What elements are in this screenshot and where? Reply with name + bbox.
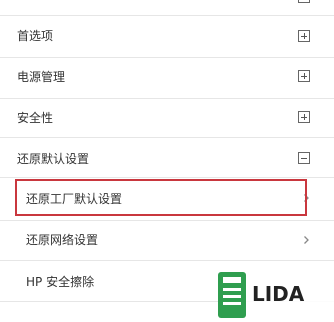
plus-box-icon[interactable] [298,111,310,123]
menu-item-label: 首选项 [17,29,54,43]
menu-item-security[interactable]: 安全性 [0,99,334,137]
submenu-item-label: 还原网络设置 [26,233,99,247]
divider [0,177,334,178]
chevron-right-icon [304,236,309,244]
minus-box-icon[interactable] [298,152,310,164]
menu-item-preferences[interactable]: 首选项 [0,16,334,56]
menu-item-label: 安全性 [17,111,54,125]
plus-box-icon[interactable] [298,70,310,82]
menu-item-power[interactable]: 电源管理 [0,58,334,98]
watermark-text: LIDA [252,282,305,306]
menu-item-restore-defaults[interactable]: 还原默认设置 [0,138,334,178]
menu-item-label: 电源管理 [17,70,66,84]
selection-highlight [15,179,307,216]
minus-box-icon[interactable] [298,0,310,3]
submenu-item-label: HP 安全擦除 [26,275,95,289]
menu-row-top-cutoff[interactable] [0,0,334,4]
menu-item-label: 还原默认设置 [17,152,90,166]
watermark-logo: LIDA [218,268,334,322]
submenu-item-network-reset[interactable]: 还原网络设置 [0,221,334,259]
plus-box-icon[interactable] [298,30,310,42]
